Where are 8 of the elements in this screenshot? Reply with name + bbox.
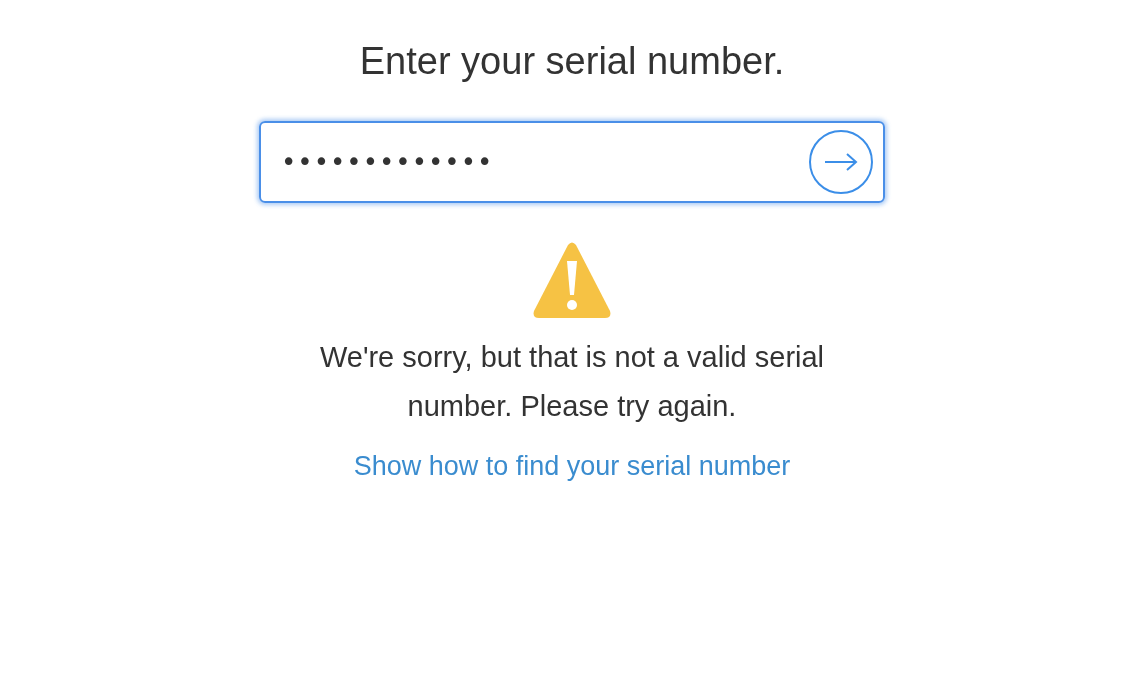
- warning-icon: [533, 241, 611, 319]
- serial-number-input[interactable]: •••••••••••••: [279, 146, 799, 178]
- help-link[interactable]: Show how to find your serial number: [353, 451, 791, 482]
- error-message: We're sorry, but that is not a valid serial number. Please try again.: [318, 340, 826, 424]
- submit-arrow-button[interactable]: [809, 130, 873, 194]
- arrow-right-icon: [823, 152, 859, 172]
- page-heading: Enter your serial number.: [359, 40, 785, 83]
- serial-number-field[interactable]: •••••••••••••: [259, 121, 885, 203]
